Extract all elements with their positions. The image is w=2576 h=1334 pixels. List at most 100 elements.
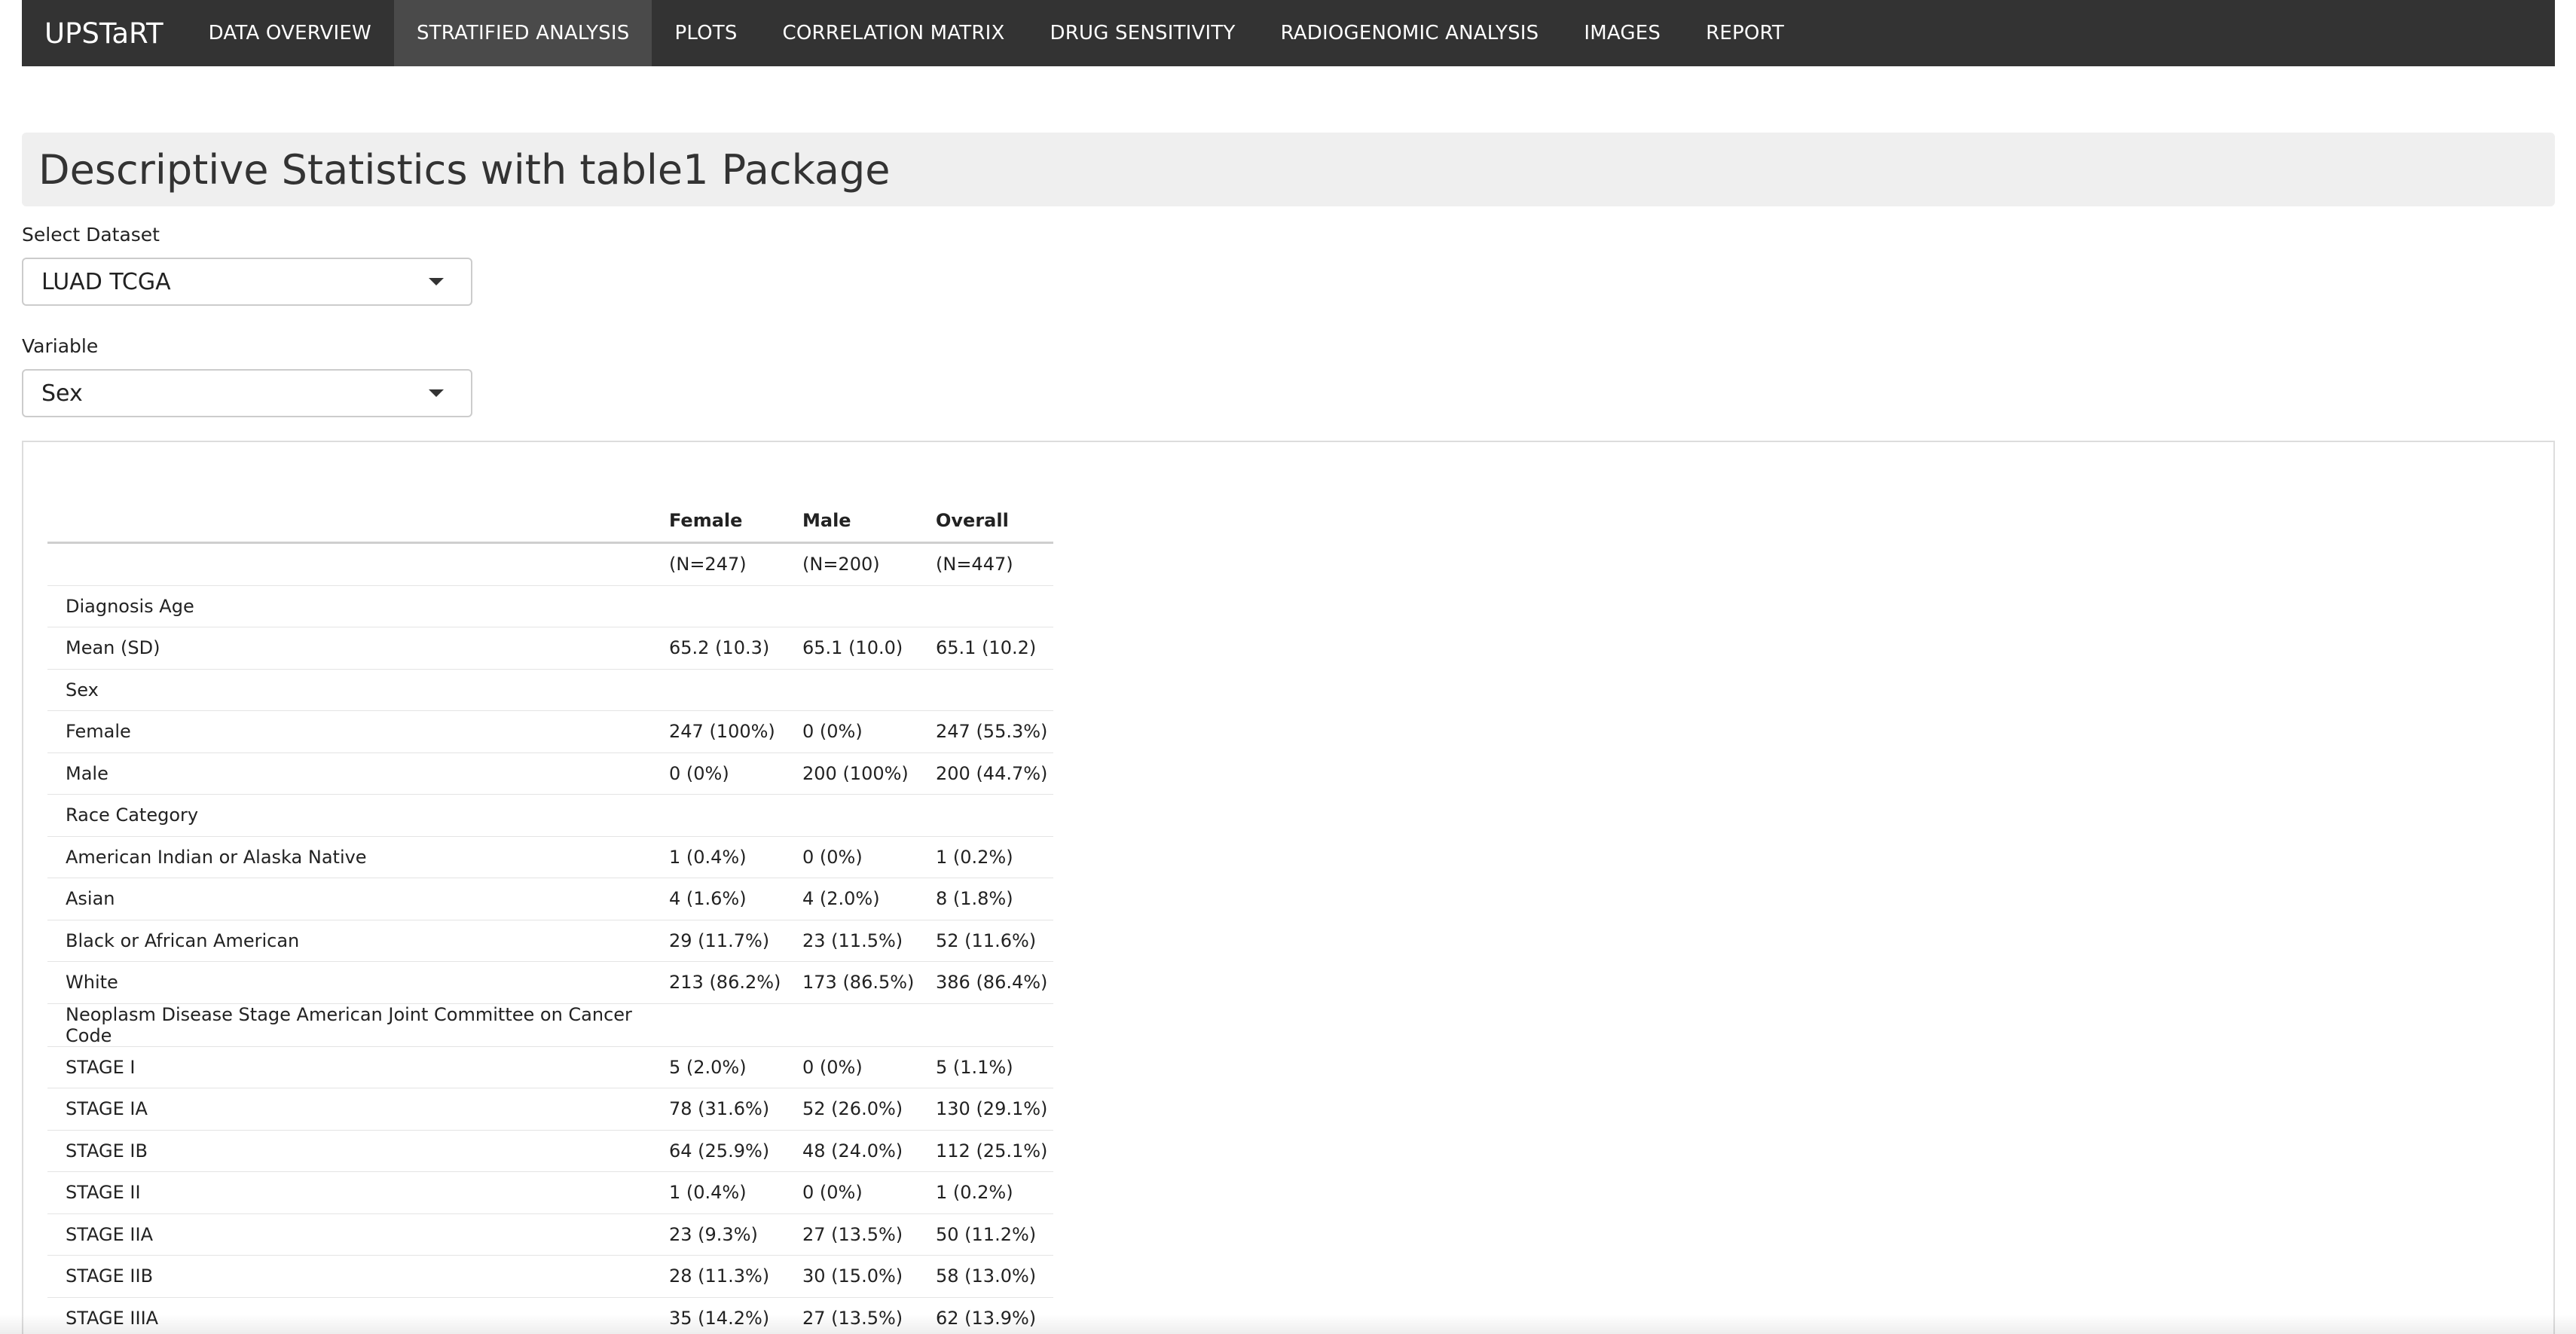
table-row: Sex bbox=[47, 669, 1053, 711]
caret-down-icon bbox=[429, 278, 444, 285]
cell-female: 213 (86.2%) bbox=[669, 961, 802, 1004]
cell-overall: 200 (44.7%) bbox=[936, 752, 1053, 795]
cell-male: 52 (26.0%) bbox=[802, 1088, 936, 1131]
count-blank bbox=[47, 542, 669, 586]
cell-overall: 1 (0.2%) bbox=[936, 836, 1053, 878]
cell-male bbox=[802, 794, 936, 837]
table-row: Male 0 (0%) 200 (100%) 200 (44.7%) bbox=[47, 752, 1053, 795]
table-row: STAGE IB 64 (25.9%) 48 (24.0%) 112 (25.1%) bbox=[47, 1130, 1053, 1172]
title-panel: Descriptive Statistics with table1 Packa… bbox=[22, 133, 2555, 206]
cell-overall: 65.1 (10.2) bbox=[936, 627, 1053, 670]
cell-male: 48 (24.0%) bbox=[802, 1130, 936, 1172]
count-male: (N=200) bbox=[802, 542, 936, 586]
variable-select[interactable]: Sex bbox=[22, 369, 472, 417]
header-male: Male bbox=[802, 510, 851, 531]
cell-overall: 1 (0.2%) bbox=[936, 1171, 1053, 1214]
cell-overall: 52 (11.6%) bbox=[936, 920, 1053, 962]
variable-select-value: Sex bbox=[41, 380, 83, 407]
cell-overall bbox=[936, 669, 1053, 711]
cell-overall bbox=[936, 794, 1053, 837]
cell-overall bbox=[936, 1003, 1053, 1047]
cell-overall: 5 (1.1%) bbox=[936, 1046, 1053, 1088]
table-row: Mean (SD) 65.2 (10.3) 65.1 (10.0) 65.1 (10.… bbox=[47, 627, 1053, 670]
cell-female: 1 (0.4%) bbox=[669, 836, 802, 878]
cell-female: 4 (1.6%) bbox=[669, 878, 802, 920]
nav-data-overview[interactable]: DATA OVERVIEW bbox=[186, 0, 394, 66]
cell-overall: 386 (86.4%) bbox=[936, 961, 1053, 1004]
dataset-select[interactable]: LUAD TCGA bbox=[22, 258, 472, 306]
cell-female: 65.2 (10.3) bbox=[669, 627, 802, 670]
table-header-row: Female Male Overall bbox=[47, 499, 1053, 543]
cell-male: 0 (0%) bbox=[802, 710, 936, 753]
cell-overall: 247 (55.3%) bbox=[936, 710, 1053, 753]
row-label: Asian bbox=[47, 878, 669, 920]
row-label: American Indian or Alaska Native bbox=[47, 836, 669, 878]
caret-down-icon bbox=[429, 389, 444, 397]
nav-drug-sensitivity[interactable]: DRUG SENSITIVITY bbox=[1028, 0, 1258, 66]
table-count-row: (N=247) (N=200) (N=447) bbox=[47, 542, 1053, 586]
cell-female: 64 (25.9%) bbox=[669, 1130, 802, 1172]
cell-overall: 50 (11.2%) bbox=[936, 1213, 1053, 1256]
stats-table: Female Male Overall (N=247) (N=200) (N=4… bbox=[47, 499, 1053, 1334]
cell-female: 1 (0.4%) bbox=[669, 1171, 802, 1214]
top-navbar: UPSTaRT DATA OVERVIEW STRATIFIED ANALYSI… bbox=[22, 0, 2555, 66]
row-label: STAGE IB bbox=[47, 1130, 669, 1172]
dataset-select-value: LUAD TCGA bbox=[41, 268, 171, 295]
header-female: Female bbox=[669, 510, 743, 531]
row-label: Race Category bbox=[47, 794, 669, 837]
row-label: STAGE IA bbox=[47, 1088, 669, 1131]
cell-female bbox=[669, 585, 802, 627]
cell-overall: 8 (1.8%) bbox=[936, 878, 1053, 920]
row-label: Male bbox=[47, 752, 669, 795]
nav-images[interactable]: IMAGES bbox=[1561, 0, 1683, 66]
nav-report[interactable]: REPORT bbox=[1683, 0, 1807, 66]
nav-radiogenomic-analysis[interactable]: RADIOGENOMIC ANALYSIS bbox=[1258, 0, 1562, 66]
cell-overall: 58 (13.0%) bbox=[936, 1255, 1053, 1298]
cell-female: 23 (9.3%) bbox=[669, 1213, 802, 1256]
table-row: STAGE II 1 (0.4%) 0 (0%) 1 (0.2%) bbox=[47, 1171, 1053, 1214]
cell-female: 5 (2.0%) bbox=[669, 1046, 802, 1088]
table-row: Neoplasm Disease Stage American Joint Co… bbox=[47, 1003, 1053, 1047]
table-row: STAGE IIB 28 (11.3%) 30 (15.0%) 58 (13.0%) bbox=[47, 1255, 1053, 1298]
table-output-panel: Female Male Overall (N=247) (N=200) (N=4… bbox=[22, 441, 2555, 1334]
variable-label: Variable bbox=[22, 335, 99, 357]
row-label: STAGE I bbox=[47, 1046, 669, 1088]
cell-female: 247 (100%) bbox=[669, 710, 802, 753]
nav-stratified-analysis[interactable]: STRATIFIED ANALYSIS bbox=[393, 0, 652, 66]
row-label: STAGE II bbox=[47, 1171, 669, 1214]
count-female: (N=247) bbox=[669, 542, 802, 586]
table-row: STAGE I5 (2.0%) 0 (0%) 5 (1.1%) bbox=[47, 1046, 1053, 1088]
scroll-fade bbox=[0, 1314, 2576, 1334]
table-row: Diagnosis Age bbox=[47, 585, 1053, 627]
count-overall: (N=447) bbox=[936, 542, 1053, 586]
table-row: White 213 (86.2%) 173 (86.5%) 386 (86.4%) bbox=[47, 961, 1053, 1004]
cell-male bbox=[802, 669, 936, 711]
table-row: Female 247 (100%) 0 (0%) 247 (55.3%) bbox=[47, 710, 1053, 753]
cell-male: 173 (86.5%) bbox=[802, 961, 936, 1004]
cell-female bbox=[669, 794, 802, 837]
cell-female: 29 (11.7%) bbox=[669, 920, 802, 962]
row-label: Sex bbox=[47, 669, 669, 711]
cell-male: 0 (0%) bbox=[802, 836, 936, 878]
nav-plots[interactable]: PLOTS bbox=[652, 0, 759, 66]
cell-male: 4 (2.0%) bbox=[802, 878, 936, 920]
app-brand[interactable]: UPSTaRT bbox=[22, 0, 186, 66]
cell-female: 78 (31.6%) bbox=[669, 1088, 802, 1131]
cell-male: 30 (15.0%) bbox=[802, 1255, 936, 1298]
table-row: STAGE IIA 23 (9.3%) 27 (13.5%) 50 (11.2%) bbox=[47, 1213, 1053, 1256]
cell-male bbox=[802, 585, 936, 627]
row-label: Diagnosis Age bbox=[47, 585, 669, 627]
cell-female bbox=[669, 1003, 802, 1047]
table-body: (N=247) (N=200) (N=447) Diagnosis Age Mea… bbox=[47, 542, 1053, 1334]
header-overall: Overall bbox=[936, 510, 1009, 531]
cell-male: 200 (100%) bbox=[802, 752, 936, 795]
cell-male: 27 (13.5%) bbox=[802, 1213, 936, 1256]
header-blank bbox=[47, 499, 669, 543]
cell-overall bbox=[936, 585, 1053, 627]
row-label: STAGE IIB bbox=[47, 1255, 669, 1298]
cell-overall: 112 (25.1%) bbox=[936, 1130, 1053, 1172]
cell-male: 0 (0%) bbox=[802, 1046, 936, 1088]
table-row: STAGE IA 78 (31.6%) 52 (26.0%) 130 (29.1%) bbox=[47, 1088, 1053, 1131]
row-label: Neoplasm Disease Stage American Joint Co… bbox=[47, 1003, 669, 1047]
nav-correlation-matrix[interactable]: CORRELATION MATRIX bbox=[760, 0, 1028, 66]
